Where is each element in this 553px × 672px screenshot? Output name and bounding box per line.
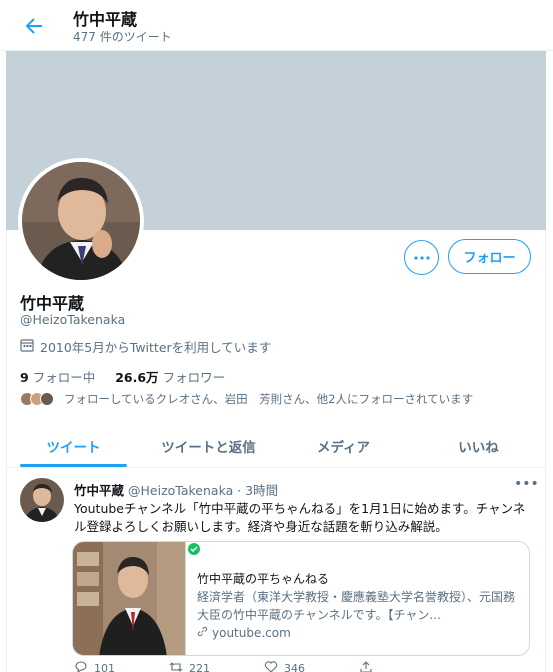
tweet-item[interactable]: 竹中平蔵 @HeizoTakenaka · 3時間 ••• Youtubeチャンネ… xyxy=(6,468,546,672)
joined-text: 2010年5月からTwitterを利用しています xyxy=(40,340,272,355)
link-card[interactable]: 竹中平蔵の平ちゃんねる 経済学者（東洋大学教授・慶應義塾大学名誉教授）、元国務大… xyxy=(72,541,530,656)
follow-button[interactable]: フォロー xyxy=(448,239,531,274)
tab-tweets-replies[interactable]: ツイートと返信 xyxy=(141,424,276,467)
follow-counts: 9 フォロー中 26.6万 フォロワー xyxy=(20,367,225,386)
known-followers-text: フォローしているクレオさん、岩田 芳則さん、他2人にフォローされています xyxy=(64,392,474,406)
profile-tabs: ツイート ツイートと返信 メディア いいね xyxy=(6,424,546,468)
follower-avatars xyxy=(20,392,54,406)
retweet-button[interactable]: 221 xyxy=(169,660,264,672)
tab-likes[interactable]: いいね xyxy=(411,424,546,467)
retweet-count: 221 xyxy=(189,662,210,672)
followers-link[interactable]: 26.6万 フォロワー xyxy=(115,367,225,386)
joined-date: 2010年5月からTwitterを利用しています xyxy=(20,337,271,356)
back-arrow-icon[interactable] xyxy=(22,14,46,38)
header-title: 竹中平蔵 xyxy=(73,10,138,29)
profile-avatar[interactable] xyxy=(18,158,144,284)
tweet-count: 477 件のツイート xyxy=(73,30,172,44)
heart-icon xyxy=(264,660,278,672)
reply-count: 101 xyxy=(94,662,115,672)
retweet-icon xyxy=(169,660,183,672)
like-count: 346 xyxy=(284,662,305,672)
tab-media[interactable]: メディア xyxy=(276,424,411,467)
reply-icon xyxy=(74,660,88,672)
link-icon xyxy=(197,624,208,642)
card-thumbnail xyxy=(73,542,186,655)
card-body: 竹中平蔵の平ちゃんねる 経済学者（東洋大学教授・慶應義塾大学名誉教授）、元国務大… xyxy=(197,570,521,642)
like-button[interactable]: 346 xyxy=(264,660,359,672)
tweet-actions: 101 221 346 xyxy=(74,660,454,672)
tweet-text: Youtubeチャンネル「竹中平蔵の平ちゃんねる」を1月1日に始めます。チャンネ… xyxy=(74,501,526,534)
share-icon xyxy=(359,660,373,672)
tweet-header: 竹中平蔵 @HeizoTakenaka · 3時間 xyxy=(74,480,278,499)
tweet-more-icon[interactable]: ••• xyxy=(514,476,539,492)
more-options-button[interactable] xyxy=(404,240,439,275)
card-url: youtube.com xyxy=(197,624,521,642)
tab-tweets[interactable]: ツイート xyxy=(6,424,141,467)
top-bar: 竹中平蔵 477 件のツイート xyxy=(0,0,553,51)
following-link[interactable]: 9 フォロー中 xyxy=(20,367,95,386)
share-button[interactable] xyxy=(359,660,454,672)
profile-name: 竹中平蔵 xyxy=(20,294,85,313)
card-description: 経済学者（東洋大学教授・慶應義塾大学名誉教授）、元国務大臣の竹中平蔵のチャンネル… xyxy=(197,590,516,622)
tweet-author[interactable]: 竹中平蔵 xyxy=(74,483,124,498)
profile-handle: @HeizoTakenaka xyxy=(20,312,126,327)
card-title: 竹中平蔵の平ちゃんねる xyxy=(197,572,330,586)
tweet-meta: @HeizoTakenaka · 3時間 xyxy=(128,483,279,498)
tweet-avatar[interactable] xyxy=(20,478,64,522)
calendar-icon xyxy=(20,338,34,355)
reply-button[interactable]: 101 xyxy=(74,660,169,672)
known-followers[interactable]: フォローしているクレオさん、岩田 芳則さん、他2人にフォローされています xyxy=(20,391,473,407)
verified-check-icon xyxy=(188,543,200,555)
